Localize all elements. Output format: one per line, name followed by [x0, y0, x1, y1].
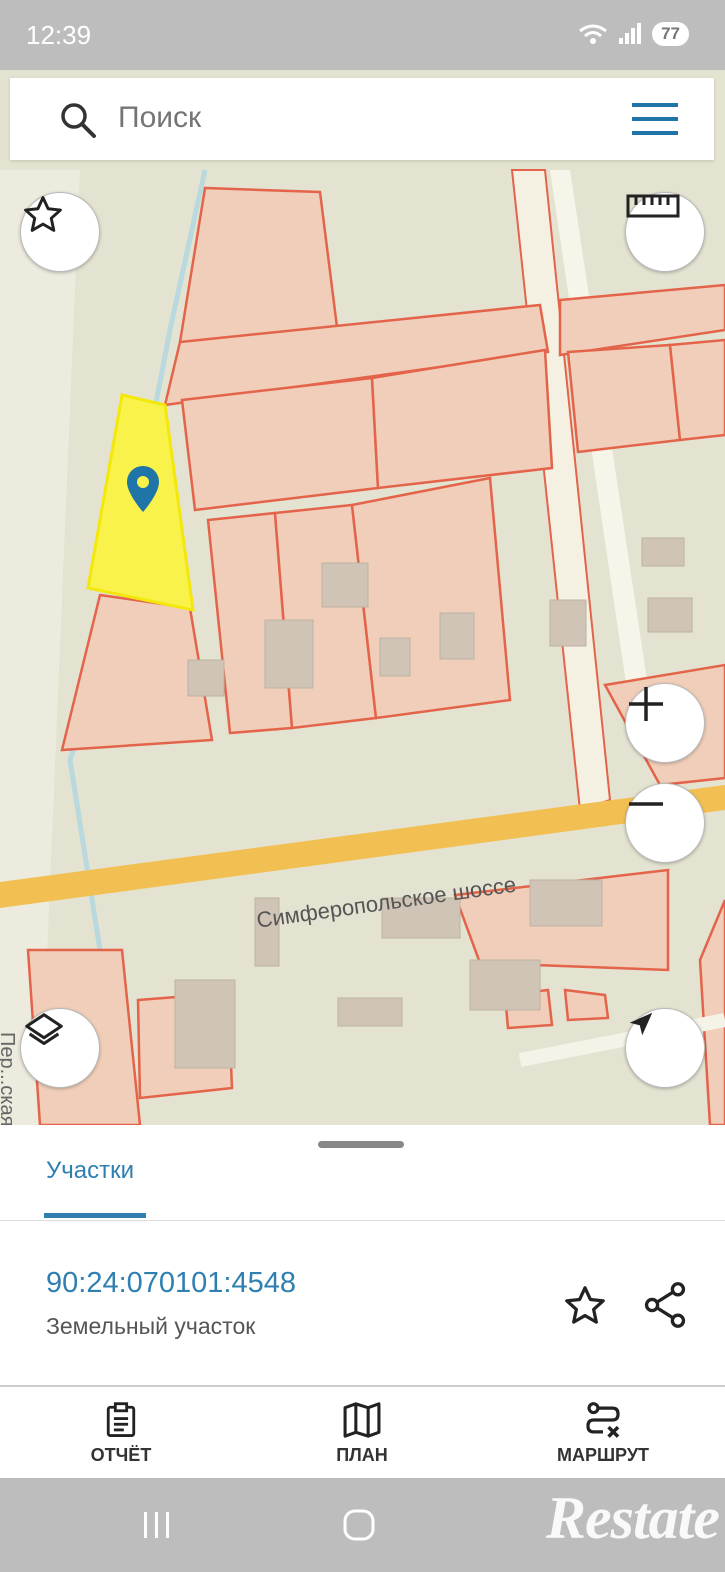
nav-route-label: МАРШРУТ: [556, 1445, 650, 1465]
nav-report-label: ОТЧЁТ: [90, 1445, 152, 1465]
nav-plan[interactable]: ПЛАН: [272, 1387, 452, 1480]
parcel-type: Земельный участок: [46, 1313, 256, 1339]
recent-apps-icon[interactable]: [140, 1510, 174, 1540]
layers-icon: [25, 1013, 63, 1046]
nav-plan-label: ПЛАН: [336, 1445, 388, 1465]
bottom-sheet: Участки 90:24:070101:4548 Земельный учас…: [0, 1125, 725, 1385]
tab-indicator: [44, 1213, 146, 1218]
search-input[interactable]: [116, 100, 600, 136]
zoom-out-icon: [629, 802, 663, 806]
share-icon[interactable]: [642, 1281, 688, 1329]
search-icon[interactable]: [58, 100, 98, 140]
wifi-icon: [579, 24, 607, 44]
sheet-divider: [0, 1220, 725, 1221]
locate-button[interactable]: [625, 1008, 705, 1088]
zoom-in-button[interactable]: [625, 683, 705, 763]
map-canvas: [0, 70, 725, 1125]
nav-route[interactable]: МАРШРУТ: [513, 1387, 693, 1480]
locate-icon: [629, 1012, 653, 1036]
status-time: 12:39: [26, 20, 92, 50]
tab-parcels[interactable]: Участки: [46, 1157, 134, 1185]
drag-handle[interactable]: [318, 1141, 404, 1148]
watermark-logo: Restate: [546, 1485, 720, 1551]
star-icon: [24, 196, 62, 232]
search-bar: [10, 78, 714, 160]
signal-icon: [619, 23, 642, 44]
map-icon: [343, 1402, 381, 1438]
menu-icon[interactable]: [632, 102, 678, 136]
route-icon: [586, 1402, 620, 1438]
nav-report[interactable]: ОТЧЁТ: [31, 1387, 211, 1480]
battery-indicator: 77: [652, 22, 689, 46]
favorites-button[interactable]: [20, 192, 100, 272]
system-navigation-bar: Restate: [0, 1478, 725, 1572]
layers-button[interactable]: [20, 1008, 100, 1088]
measure-button[interactable]: [625, 192, 705, 272]
zoom-out-button[interactable]: [625, 783, 705, 863]
parcel-cadastral-number[interactable]: 90:24:070101:4548: [46, 1267, 296, 1300]
star-icon[interactable]: [562, 1283, 608, 1329]
ruler-icon: [626, 194, 680, 218]
home-icon[interactable]: [342, 1508, 376, 1542]
zoom-in-icon: [629, 687, 663, 721]
clipboard-icon: [106, 1402, 136, 1437]
location-pin-icon[interactable]: [127, 466, 159, 512]
bottom-navigation: ОТЧЁТ ПЛАН МАРШРУТ: [0, 1385, 725, 1480]
status-icons: 77: [578, 22, 689, 46]
street-label: Пер...ская: [0, 1032, 18, 1125]
map-view[interactable]: Симферопольское шоссе Пер...ская: [0, 70, 725, 1125]
status-bar: 12:39 77: [0, 0, 725, 70]
